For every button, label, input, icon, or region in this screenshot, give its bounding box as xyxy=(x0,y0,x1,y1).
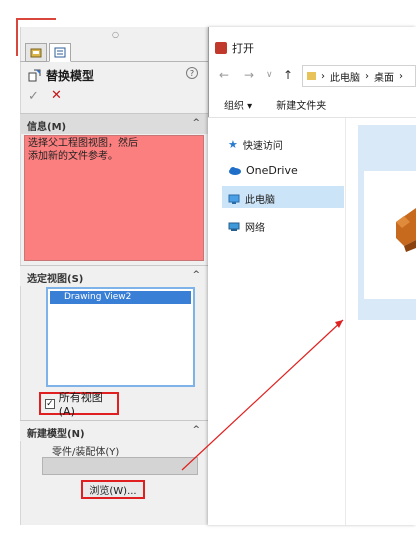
views-section-header[interactable]: 选定视图(S) ^ xyxy=(20,266,208,286)
forward-arrow-icon[interactable]: → xyxy=(244,68,254,82)
all-views-label: 所有视图(A) xyxy=(58,391,103,418)
info-message-box: 选择父工程图视图，然后 添加新的文件参考。 xyxy=(24,135,204,261)
star-icon: ★ xyxy=(228,138,238,151)
cancel-icon[interactable]: ✕ xyxy=(51,88,62,103)
collapse-caret-icon[interactable]: ^ xyxy=(192,118,200,128)
corner-mark xyxy=(16,18,18,56)
nav-item-this-pc[interactable]: 此电脑 xyxy=(228,191,275,206)
up-arrow-icon[interactable]: ↑ xyxy=(283,68,293,82)
browse-button[interactable]: 浏览(W)... xyxy=(81,480,145,499)
dialog-title: 打开 xyxy=(232,42,254,55)
new-folder-button[interactable]: 新建文件夹 xyxy=(276,97,326,112)
info-section-header[interactable]: 信息(M) ^ xyxy=(20,114,208,134)
collapse-caret-icon[interactable]: ^ xyxy=(192,270,200,280)
new-model-section-header[interactable]: 新建模型(N) ^ xyxy=(20,421,208,441)
property-manager-icon xyxy=(54,47,66,58)
nav-item-quick-access[interactable]: ★ 快速访问 xyxy=(228,137,283,152)
file-preview-card xyxy=(364,171,416,299)
info-section-title: 信息(M) xyxy=(27,122,67,133)
nav-item-label: 快速访问 xyxy=(242,141,283,152)
property-manager-title: 替换模型 xyxy=(28,67,94,84)
nav-item-label: 网络 xyxy=(245,223,265,234)
selected-views-list[interactable]: Drawing View2 xyxy=(46,287,195,387)
ok-icon[interactable]: ✓ xyxy=(28,89,39,104)
nav-item-onedrive[interactable]: OneDrive xyxy=(228,164,298,177)
chevron-right-icon: › xyxy=(321,70,325,82)
address-bar[interactable]: › 此电脑 › 桌面 › xyxy=(302,65,416,87)
back-arrow-icon[interactable]: ← xyxy=(219,68,229,82)
organize-menu[interactable]: 组织 ▾ xyxy=(224,97,252,112)
checkbox-checked-icon[interactable]: ✓ xyxy=(45,398,55,409)
views-section-title: 选定视图(S) xyxy=(27,274,84,285)
feature-tree-icon xyxy=(30,48,42,58)
network-icon xyxy=(228,222,240,231)
chevron-down-icon[interactable]: ∨ xyxy=(266,70,273,80)
nav-item-network[interactable]: 网络 xyxy=(228,219,265,234)
help-icon[interactable]: ? xyxy=(186,67,198,79)
list-item[interactable]: Drawing View2 xyxy=(50,291,191,304)
nav-item-label: 此电脑 xyxy=(245,195,275,206)
title-text: 替换模型 xyxy=(46,69,95,83)
replace-model-icon xyxy=(28,69,41,82)
cloud-icon xyxy=(229,167,241,175)
chevron-right-icon: › xyxy=(365,70,369,82)
corner-mark xyxy=(16,18,56,20)
info-message-line: 添加新的文件参考。 xyxy=(28,151,118,162)
info-message-line: 选择父工程图视图，然后 xyxy=(28,138,138,149)
tab-property-manager[interactable] xyxy=(49,43,71,62)
dialog-title-bar: 打开 xyxy=(215,40,254,56)
component-label: 零件/装配体(Y) xyxy=(52,447,120,458)
computer-icon xyxy=(228,194,240,204)
panel-grip[interactable]: ○ xyxy=(112,30,119,39)
solidworks-app-icon xyxy=(215,42,227,54)
all-views-checkbox[interactable]: ✓ 所有视图(A) xyxy=(39,391,119,418)
navigation-pane xyxy=(208,118,345,525)
breadcrumb-item[interactable]: 此电脑 xyxy=(330,69,360,84)
chevron-right-icon: › xyxy=(399,70,403,82)
breadcrumb-item[interactable]: 桌面 xyxy=(374,69,394,84)
dialog-toolbar: 组织 ▾ 新建文件夹 xyxy=(208,92,416,118)
nav-item-label: OneDrive xyxy=(246,164,298,177)
collapse-caret-icon[interactable]: ^ xyxy=(192,425,200,435)
new-model-section-title: 新建模型(N) xyxy=(27,429,85,440)
tab-feature-manager[interactable] xyxy=(25,43,47,62)
folder-icon xyxy=(307,72,316,80)
component-field[interactable] xyxy=(42,457,198,475)
